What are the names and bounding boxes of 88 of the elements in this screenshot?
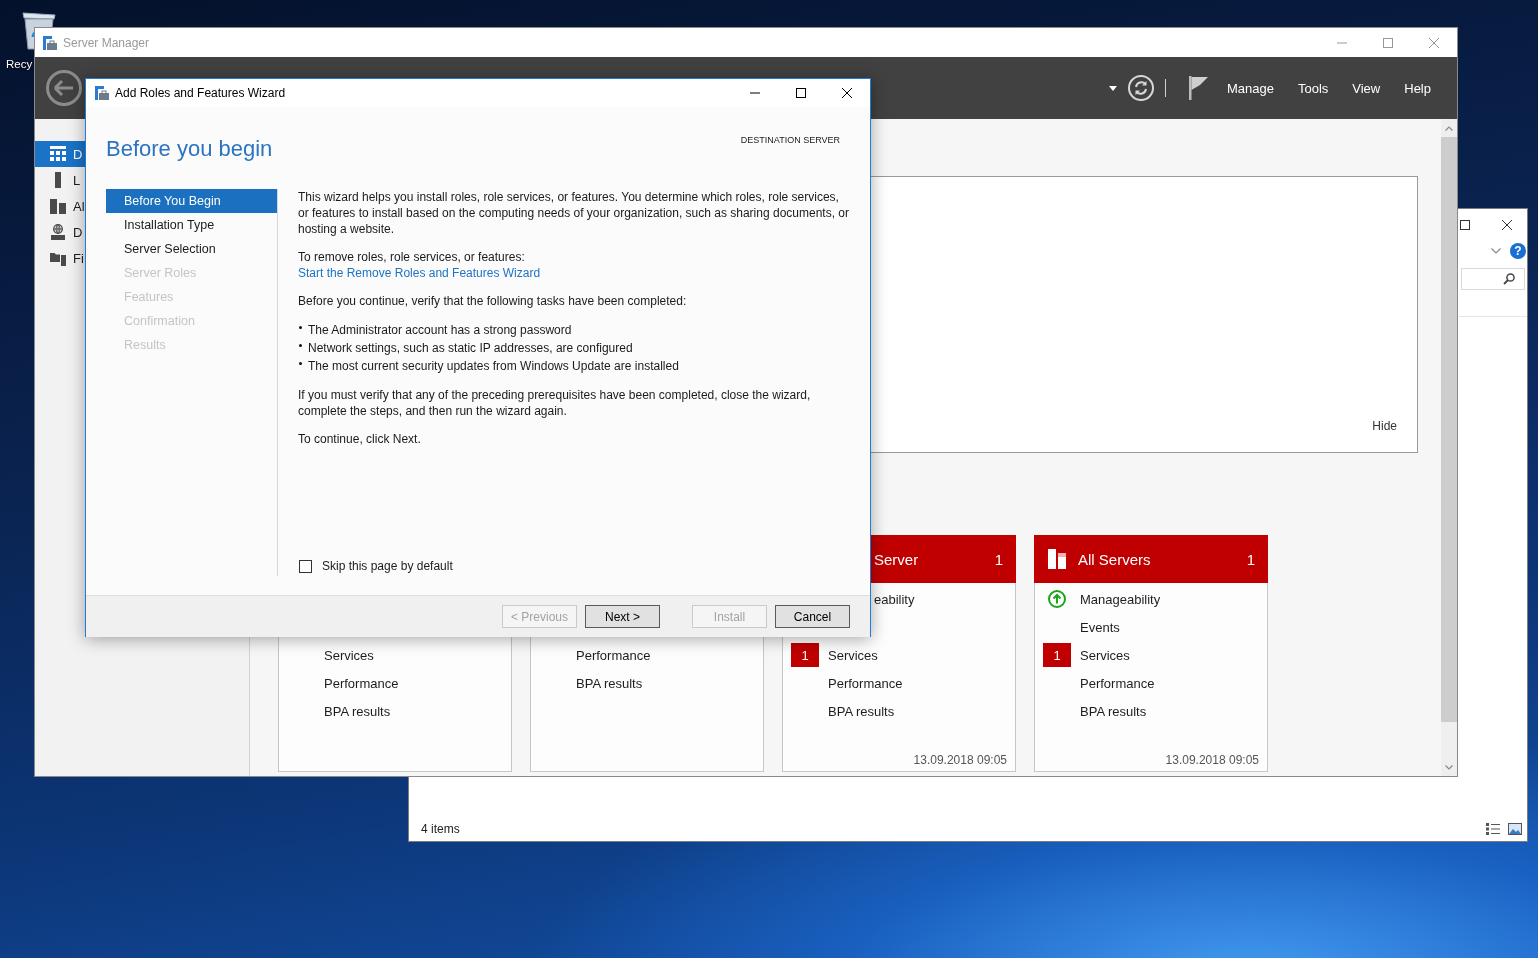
menu-item[interactable]: Tools: [1285, 73, 1341, 103]
wizard-step[interactable]: Server Selection: [106, 237, 277, 261]
refresh-icon: [1127, 75, 1154, 101]
tile-item[interactable]: Performance: [828, 675, 903, 691]
alert-count: 1: [791, 643, 819, 667]
maximize-icon: [1460, 219, 1470, 230]
thumbnail-view-icon[interactable]: [1508, 823, 1522, 835]
folder-server-icon: [50, 250, 66, 266]
tile-item[interactable]: Performance: [576, 647, 651, 663]
back-button[interactable]: [46, 70, 82, 106]
checkbox[interactable]: [299, 559, 312, 573]
checkbox-label[interactable]: Skip this page by default: [322, 558, 453, 574]
tile-item[interactable]: Events: [1080, 619, 1120, 635]
paragraph: To continue, click Next.: [298, 431, 421, 447]
nav-item[interactable]: Fi: [35, 245, 85, 271]
window-title: Add Roles and Features Wizard: [115, 86, 286, 100]
help-button[interactable]: ?: [1510, 243, 1526, 259]
paragraph: Before you continue, verify that the following tasks have been completed:: [298, 293, 687, 309]
flag-icon: [1187, 76, 1208, 100]
globe-server-icon: [50, 224, 66, 240]
tile-title: Server: [874, 550, 919, 568]
tile-header[interactable]: All Servers 1: [1034, 535, 1268, 583]
nav-item[interactable]: Al: [35, 193, 85, 219]
menu-item[interactable]: View: [1340, 73, 1393, 103]
wizard-step[interactable]: Before You Begin: [106, 189, 277, 213]
tile-item[interactable]: Services: [828, 647, 878, 663]
tile-item[interactable]: BPA results: [324, 703, 391, 719]
search-field[interactable]: [1461, 268, 1525, 290]
servers-icon: [50, 198, 66, 214]
tile-title: All Servers: [1078, 550, 1151, 568]
paragraph: This wizard helps you install roles, role services, or features. You determine which roles, role services, or features to install based on the computing needs of your organization, such as sharing documents, or hosting a website.: [298, 189, 850, 237]
bullet-icon: [299, 362, 302, 365]
minimize-icon: [750, 92, 760, 94]
search-icon: [1503, 273, 1515, 285]
caret-icon: [1108, 85, 1117, 91]
hide-link[interactable]: Hide: [1372, 419, 1397, 433]
tile-item[interactable]: Performance: [1080, 675, 1155, 691]
chevron-up-icon: [1445, 125, 1453, 131]
window-title: Server Manager: [63, 35, 150, 50]
status-text: 4 items: [421, 822, 460, 836]
alert-count: 1: [1043, 643, 1071, 667]
tile-item[interactable]: BPA results: [828, 703, 895, 719]
tile-item[interactable]: Performance: [324, 675, 399, 691]
chevron-down-icon: [1445, 764, 1453, 770]
bullet-icon: [299, 344, 302, 347]
close-icon: [1429, 37, 1439, 48]
tile-count: 1: [1246, 550, 1255, 568]
bullet-icon: [299, 326, 302, 329]
tile-item[interactable]: BPA results: [1080, 703, 1147, 719]
bullet-text: The Administrator account has a strong password: [308, 322, 572, 338]
bullet-text: The most current security updates from Windows Update are installed: [308, 358, 679, 374]
refresh-button[interactable]: [1127, 75, 1154, 101]
close-icon: [842, 88, 852, 98]
next-button[interactable]: Next >: [585, 605, 660, 628]
paragraph: If you must verify that any of the preceding prerequisites have been completed, close the wizard, complete the steps, and then run the wizard again.: [298, 387, 812, 419]
cancel-button[interactable]: Cancel: [775, 605, 850, 628]
servers-icon: [1048, 549, 1066, 569]
page-heading: Before you begin: [106, 135, 273, 163]
tile-count: 1: [994, 550, 1003, 568]
chevron-down-icon[interactable]: [1491, 248, 1501, 254]
tile-item[interactable]: Manageability: [1080, 591, 1161, 607]
tile-item[interactable]: BPA results: [576, 675, 643, 691]
tile-item[interactable]: Services: [324, 647, 374, 663]
grid-icon: [50, 146, 66, 162]
destination-server-label: DESTINATION SERVER: [740, 135, 840, 146]
maximize-icon: [796, 88, 806, 98]
timestamp: 13.09.2018 09:05: [1165, 753, 1260, 769]
notifications-button[interactable]: [1187, 76, 1208, 100]
tile-item[interactable]: Services: [1080, 647, 1130, 663]
briefcase-icon: [43, 35, 57, 50]
nav-item[interactable]: D: [35, 141, 85, 167]
paragraph: To remove roles, role services, or features:: [298, 249, 525, 265]
bullet-text: Network settings, such as static IP addresses, are configured: [308, 340, 633, 356]
wizard-step[interactable]: Installation Type: [106, 213, 277, 237]
desktop-icon-label[interactable]: Recy: [6, 57, 33, 71]
nav-item[interactable]: D: [35, 219, 85, 245]
dropdown-button[interactable]: [1108, 85, 1117, 91]
details-view-icon[interactable]: [1486, 823, 1500, 835]
timestamp: 13.09.2018 09:05: [913, 753, 1008, 769]
close-icon: [1502, 219, 1512, 230]
maximize-icon: [1383, 37, 1393, 48]
briefcase-icon: [95, 86, 109, 100]
menu-item[interactable]: Manage: [1214, 73, 1286, 103]
tile-item[interactable]: eability: [874, 591, 915, 607]
minimize-icon: [1337, 41, 1347, 44]
link[interactable]: Start the Remove Roles and Features Wizard: [298, 265, 541, 281]
menu-item[interactable]: Help: [1392, 73, 1443, 103]
nav-item[interactable]: L: [35, 167, 85, 193]
